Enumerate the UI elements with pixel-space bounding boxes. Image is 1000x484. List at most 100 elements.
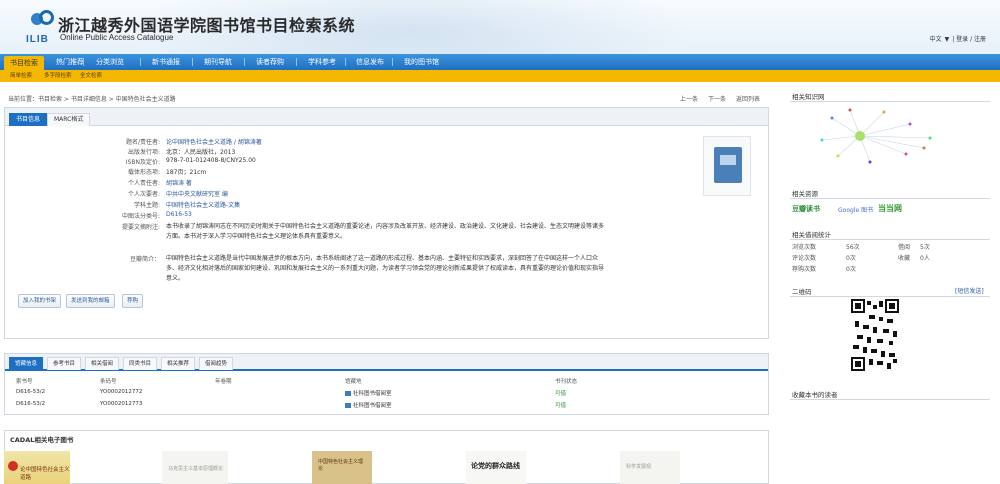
col-call-number: 索书号 [16,379,33,385]
main-nav: 书目检索 热门推荐 分类浏览 新书通报 期刊导航 读者荐购 学科参考 信息发布 … [0,54,1000,70]
tab-related-borrow[interactable]: 相关借阅 [85,357,120,370]
tab-holdings[interactable]: 馆藏信息 [9,357,44,370]
field-label-isbn: ISBN及定价: [125,159,160,166]
col-status: 书刊状态 [555,379,578,385]
location-icon [345,391,351,396]
location-icon [345,403,351,408]
login-link[interactable]: | 登录 / 注册 [952,36,986,43]
graph-node [855,131,865,141]
book-cover [703,136,751,196]
nav-item-hot[interactable]: 热门推荐 [50,54,90,70]
stat-label: 借阅 [898,244,911,251]
field-label-physical: 载体形态项: [127,169,160,176]
dangdang-link[interactable]: 当当网 [878,203,902,214]
table-row-location[interactable]: 社科图书借阅室 [345,389,392,397]
sms-send-link[interactable]: [短信发送] [955,286,984,295]
field-label-title: 题名/责任者: [125,139,160,146]
field-value-physical: 187页；21cm [166,169,207,176]
field-label-review: 豆瓣简介： [129,256,160,263]
knowledge-graph[interactable] [810,104,960,176]
nav-item-recommend[interactable]: 读者荐购 [250,54,290,70]
detail-tabs: 书目信息 MARC格式 [5,108,768,126]
nav-item-catalog-search[interactable]: 书目检索 [4,56,44,70]
field-label-clc: 中图法分类号: [121,213,160,220]
nav-item-info[interactable]: 信息发布 [350,54,390,70]
prev-record-link[interactable]: 上一条 [680,94,698,103]
table-row-call: D616-53/2 [16,389,46,395]
stat-label: 浏览次数 [792,244,817,251]
subnav-fulltext[interactable]: 全文检索 [80,70,102,82]
field-value-author[interactable]: 胡锦涛 著 [166,178,192,187]
tab-marc[interactable]: MARC格式 [47,113,91,126]
logo-text: ILIB [26,34,49,45]
site-subtitle: Online Public Access Catalogue [60,33,174,42]
table-row-status: 可借 [555,403,567,409]
table-row-status: 可借 [555,391,567,397]
field-value-title[interactable]: 论中国特色社会主义道路 / 胡锦涛著 [166,137,262,146]
nav-item-journals[interactable]: 期刊导航 [198,54,238,70]
library-logo-icon[interactable] [29,10,55,32]
tab-similar[interactable]: 同类书目 [123,357,158,370]
stat-value: 5次 [920,244,930,251]
nav-item-new-books[interactable]: 新书通报 [146,54,186,70]
stat-value: 0次 [846,266,856,273]
ebook-cover[interactable]: 科学发展观 [620,451,680,484]
chevron-down-icon[interactable]: ▼ [945,36,950,43]
stat-label: 荐购次数 [792,266,817,273]
breadcrumb: 当前位置：书目检索 > 书目详细信息 > 中国特色社会主义道路 [8,96,176,103]
field-value-clc[interactable]: D616-53 [166,211,192,218]
add-to-shelf-button[interactable]: 加入我的书架 [18,294,62,308]
subnav-simple-search[interactable]: 简单检索 [10,70,32,82]
nav-item-subjects[interactable]: 学科参考 [302,54,342,70]
tab-related-rec[interactable]: 相关推荐 [161,357,196,370]
table-row-location[interactable]: 社科图书借阅室 [345,401,392,409]
qr-code-icon [851,299,899,371]
stat-label: 评论次数 [792,255,817,262]
field-label-summary: 提要文摘附注: [121,224,160,231]
language-select[interactable]: 中文 [930,36,942,43]
recommend-purchase-button[interactable]: 荐购 [122,294,144,308]
field-label-secondary: 个人次要者: [127,191,160,198]
nav-item-classification[interactable]: 分类浏览 [90,54,130,70]
nav-item-my-library[interactable]: 我的图书馆 [398,54,445,70]
ebook-cover[interactable]: 论中国特色社会主义道路 [4,451,70,484]
stat-value: 56次 [846,244,860,251]
ebook-cover[interactable]: 马克思主义基本原理概论 [162,451,228,484]
subnav-multi-field[interactable]: 多字段检索 [44,70,72,82]
google-books-link[interactable]: Google 图书 [838,205,873,214]
field-value-isbn: 978-7-01-012408-8/CNY25.00 [166,157,256,164]
send-to-email-button[interactable]: 发送到我的邮箱 [66,294,115,308]
field-value-review: 中国特色社会主义道路是当代中国发展进步的根本方向，本书系统阐述了这一道路的形成过… [166,255,605,282]
field-value-summary: 本书收录了胡锦涛同志在不同历史时期关于中国特色社会主义道路的重要论述，内容涉及改… [166,223,605,240]
header: ILIB 浙江越秀外国语学院图书馆书目检索系统 Online Public Ac… [0,0,1000,54]
stat-value: 0人 [920,255,930,262]
ebook-cover[interactable]: 论党的群众路线 [466,451,526,484]
book-icon [714,147,742,183]
field-value-publisher: 北京：人民出版社，2013 [166,149,236,156]
ebook-cover[interactable]: 中国特色社会主义理论 [312,451,372,484]
header-user-links: 中文 ▼ | 登录 / 注册 [927,34,986,43]
field-value-subject[interactable]: 中国特色社会主义道路-文集 [166,200,240,209]
field-label-publisher: 出版发行项: [127,149,160,156]
tab-borrow-trend[interactable]: 借阅趋势 [199,357,234,370]
next-record-link[interactable]: 下一条 [708,94,726,103]
sub-nav: 简单检索 多字段检索 全文检索 [0,70,1000,82]
holdings-tabs: 馆藏信息 参考书目 相关借阅 同类书目 相关推荐 借阅趋势 [5,354,768,371]
table-row-barcode: YO0002012772 [100,389,143,395]
field-label-author: 个人责任者: [127,180,160,187]
stat-value: 0次 [846,255,856,262]
tab-references[interactable]: 参考书目 [47,357,82,370]
field-value-secondary[interactable]: 中共中央文献研究室 编 [166,189,228,198]
stats-title: 相关借阅统计 [792,231,831,239]
table-row-barcode: YO0002012773 [100,401,143,407]
table-row-call: D616-53/2 [16,401,46,407]
related-title: 相关资源 [792,190,818,198]
stat-label: 收藏 [898,255,911,262]
qr-title: 二维码 [792,288,812,296]
douban-link[interactable]: 豆瓣读书 [792,204,820,214]
field-label-subject: 学科主题: [133,202,160,209]
tab-record-info[interactable]: 书目信息 [9,113,48,126]
cadal-title: CADAL相关电子图书 [10,436,74,444]
back-to-list-link[interactable]: 返回列表 [736,94,760,103]
col-volume: 年卷期 [215,379,232,385]
